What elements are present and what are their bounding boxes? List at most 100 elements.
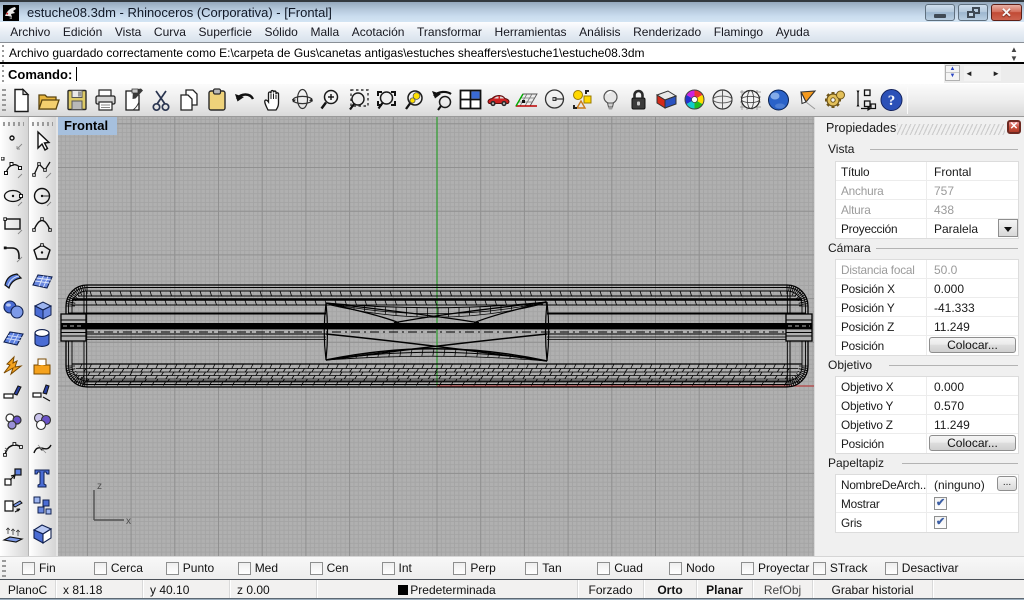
group-circles-icon[interactable] xyxy=(1,409,26,434)
sphere-blue-icon[interactable] xyxy=(765,87,792,114)
move-objects-icon[interactable] xyxy=(1,465,26,490)
colocar-button[interactable]: Colocar... xyxy=(929,337,1016,353)
zoom-selected-icon[interactable] xyxy=(401,87,428,114)
properties-grip[interactable] xyxy=(897,124,1005,135)
osnap-proyectar[interactable]: Proyectar xyxy=(741,561,809,575)
polyline-icon[interactable] xyxy=(30,157,55,182)
lightbulb-icon[interactable] xyxy=(597,87,624,114)
surface-patch-icon[interactable] xyxy=(1,269,26,294)
osnap-med[interactable]: Med xyxy=(238,561,278,575)
property-value[interactable]: ✔ xyxy=(927,494,1018,512)
osnap-perp[interactable]: Perp xyxy=(453,561,495,575)
close-button[interactable]: ✕ xyxy=(991,4,1022,21)
color-wheel-icon[interactable] xyxy=(681,87,708,114)
status-orto[interactable]: Orto xyxy=(644,580,697,598)
osnap-desactivar[interactable]: Desactivar xyxy=(885,561,959,575)
print-icon[interactable] xyxy=(92,87,119,114)
ellipse-icon[interactable] xyxy=(1,185,26,210)
point-icon[interactable] xyxy=(1,129,26,154)
property-value[interactable]: 0.000 xyxy=(927,377,1018,395)
viewport-layout-icon[interactable] xyxy=(457,87,484,114)
osnap-checkbox-med[interactable] xyxy=(238,562,251,575)
status-planoc[interactable]: PlanoC xyxy=(0,580,56,598)
history-record-icon[interactable] xyxy=(850,87,877,114)
box-icon[interactable] xyxy=(30,297,55,322)
text-tool-icon[interactable] xyxy=(30,465,55,490)
property-value[interactable]: (ninguno) xyxy=(927,475,1018,493)
spotlight-cone-icon[interactable] xyxy=(793,87,820,114)
extrude-arrows-icon[interactable] xyxy=(1,521,26,546)
copy-plane-icon[interactable] xyxy=(1,493,26,518)
osnap-cuad[interactable]: Cuad xyxy=(597,561,643,575)
menu-renderizado[interactable]: Renderizado xyxy=(627,23,708,41)
zoom-dynamic-icon[interactable] xyxy=(345,87,372,114)
gris-checkbox[interactable]: ✔ xyxy=(934,516,947,529)
arc-corner-icon[interactable] xyxy=(1,241,26,266)
status-predeterminada[interactable]: Predeterminada xyxy=(317,580,578,598)
osnap-grip[interactable] xyxy=(2,560,6,577)
sidebar-grip-2[interactable] xyxy=(32,122,53,126)
menu-solido[interactable]: Sólido xyxy=(258,23,304,41)
menu-transformar[interactable]: Transformar xyxy=(411,23,489,41)
osnap-int[interactable]: Int xyxy=(382,561,412,575)
fillet-edge-icon[interactable] xyxy=(1,381,26,406)
osnap-checkbox-desactivar[interactable] xyxy=(885,562,898,575)
osnap-cen[interactable]: Cen xyxy=(310,561,349,575)
command-history[interactable]: Archivo guardado correctamente como E:\c… xyxy=(9,46,999,62)
conic-curve-icon[interactable] xyxy=(30,213,55,238)
curve-control-points-icon[interactable] xyxy=(1,157,26,182)
menu-vista[interactable]: Vista xyxy=(109,23,148,41)
curve-handle-icon[interactable] xyxy=(30,437,55,462)
sidebar-grip-1[interactable] xyxy=(3,122,24,126)
select-arrow-icon[interactable] xyxy=(30,129,55,154)
cplane-grid-icon[interactable] xyxy=(513,87,540,114)
rotate-view-icon[interactable] xyxy=(289,87,316,114)
menu-flamingo[interactable]: Flamingo xyxy=(707,23,769,41)
menu-archivo[interactable]: Archivo xyxy=(4,23,57,41)
circle-radius-icon[interactable] xyxy=(541,87,568,114)
status-refobj[interactable]: RefObj xyxy=(753,580,813,598)
osnap-checkbox-nodo[interactable] xyxy=(669,562,682,575)
property-value[interactable]: 11.249 xyxy=(927,317,1018,335)
viewport-frontal[interactable]: zx Frontal xyxy=(58,117,814,556)
cylinder-icon[interactable] xyxy=(30,325,55,350)
split-edge-icon[interactable] xyxy=(30,381,55,406)
status-planar[interactable]: Planar xyxy=(697,580,753,598)
pan-hand-icon[interactable] xyxy=(260,87,287,114)
balls-group-icon[interactable] xyxy=(30,409,55,434)
osnap-checkbox-strack[interactable] xyxy=(813,562,826,575)
undo-icon[interactable] xyxy=(232,87,259,114)
menu-herramientas[interactable]: Herramientas xyxy=(488,23,573,41)
osnap-fin[interactable]: Fin xyxy=(22,561,56,575)
osnap-nodo[interactable]: Nodo xyxy=(669,561,715,575)
select-objects-icon[interactable] xyxy=(569,87,596,114)
command-spinner[interactable]: ▲▼ xyxy=(945,65,960,81)
osnap-checkbox-tan[interactable] xyxy=(525,562,538,575)
osnap-cerca[interactable]: Cerca xyxy=(94,561,143,575)
property-value[interactable]: Colocar... xyxy=(927,336,1018,355)
restore-button[interactable] xyxy=(958,4,988,21)
sphere-wire-icon[interactable] xyxy=(737,87,764,114)
help-icon[interactable]: ? xyxy=(878,87,905,114)
osnap-checkbox-perp[interactable] xyxy=(453,562,466,575)
circle-icon[interactable] xyxy=(30,185,55,210)
mostrar-checkbox[interactable]: ✔ xyxy=(934,497,947,510)
status-forzado[interactable]: Forzado xyxy=(578,580,644,598)
zoom-window-icon[interactable] xyxy=(373,87,400,114)
menu-superficie[interactable]: Superficie xyxy=(192,23,258,41)
puzzle-join-icon[interactable] xyxy=(30,353,55,378)
undo-view-icon[interactable] xyxy=(429,87,456,114)
zoom-in-icon[interactable] xyxy=(317,87,344,114)
menu-edicion[interactable]: Edición xyxy=(57,23,109,41)
sphere-shaded-icon[interactable] xyxy=(709,87,736,114)
menu-malla[interactable]: Malla xyxy=(304,23,345,41)
scroll-left-icon[interactable]: ◄ xyxy=(965,69,973,78)
car-demo-icon[interactable] xyxy=(485,87,512,114)
layer-wedge-icon[interactable] xyxy=(653,87,680,114)
command-hscroll[interactable]: ◄► xyxy=(964,66,1001,81)
properties-close-button[interactable]: ✕ xyxy=(1007,120,1021,134)
new-document-icon[interactable] xyxy=(8,87,35,114)
status-grabar-historial[interactable]: Grabar historial xyxy=(813,580,933,598)
menu-analisis[interactable]: Análisis xyxy=(573,23,627,41)
open-folder-icon[interactable] xyxy=(36,87,63,114)
